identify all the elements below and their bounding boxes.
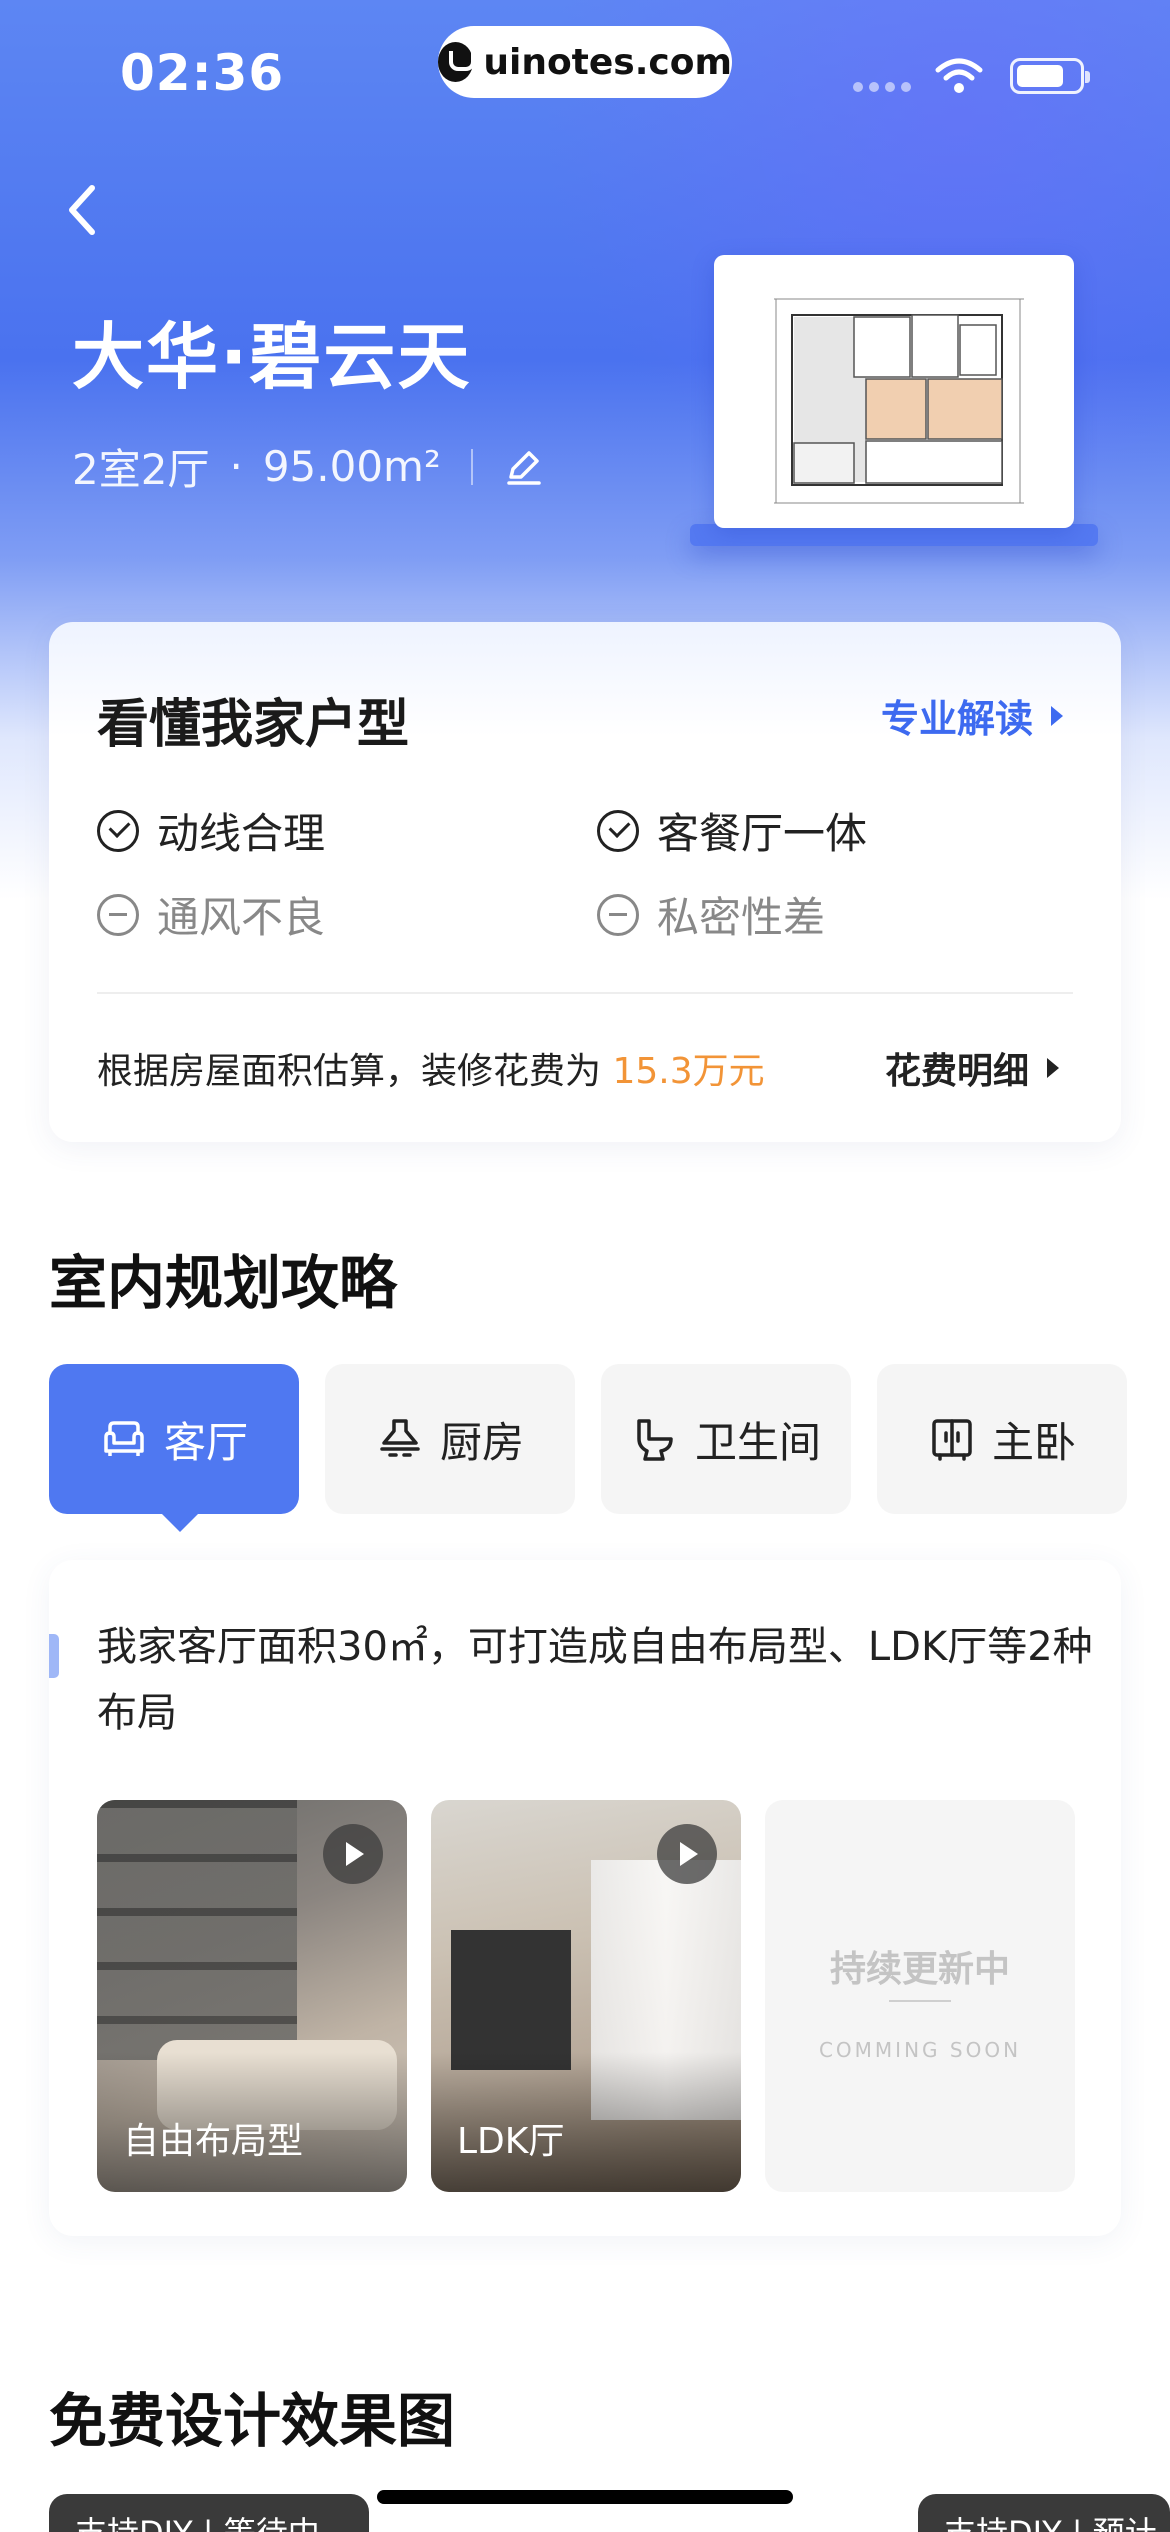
signal-icon — [853, 82, 911, 92]
property-title: 大华·碧云天 — [72, 315, 472, 399]
layout-card-free[interactable]: 自由布局型 — [97, 1800, 407, 2192]
play-icon[interactable] — [657, 1824, 717, 1884]
wifi-icon — [935, 58, 983, 93]
layout-label: 自由布局型 — [123, 2121, 304, 2162]
design-card-chip[interactable]: 支持DIY | 预计 — [918, 2494, 1170, 2532]
living-room-layout-card: 我家客厅面积30㎡，可打造成自由布局型、LDK厅等2种布局 自由布局型 LDK厅… — [49, 1560, 1121, 2236]
accent-bar — [49, 1634, 59, 1678]
planning-section-title: 室内规划攻略 — [49, 1249, 398, 1317]
coming-soon-card: 持续更新中 COMMING SOON — [765, 1800, 1075, 2192]
property-area: 95.00m² — [262, 442, 441, 491]
tab-living-room[interactable]: 客厅 — [49, 1364, 299, 1532]
url-text: uinotes.com — [483, 41, 732, 83]
back-arrow-icon[interactable] — [62, 180, 102, 240]
info-dot: · — [229, 442, 243, 491]
feature-label: 私密性差 — [657, 893, 826, 942]
chevron-right-icon — [1051, 705, 1063, 726]
layout-card-ldk[interactable]: LDK厅 — [431, 1800, 741, 2192]
cost-detail-link[interactable]: 花费明细 — [885, 1042, 1059, 1094]
bookshelf-image — [97, 1800, 297, 2060]
tab-bathroom[interactable]: 卫生间 — [601, 1364, 851, 1514]
cost-estimate: 根据房屋面积估算，装修花费为 15.3万元 — [97, 1042, 765, 1094]
tab-master-bedroom[interactable]: 主卧 — [877, 1364, 1127, 1514]
expert-analysis-link[interactable]: 专业解读 — [881, 688, 1063, 743]
floorplan-analysis-card: 看懂我家户型 专业解读 动线合理 客餐厅一体 通风不良 私密性差 根据房屋面积估… — [49, 622, 1121, 1142]
feature-bad: 私密性差 — [597, 884, 825, 945]
chevron-right-icon — [1047, 1058, 1059, 1078]
uinotes-logo-icon — [438, 42, 476, 82]
minus-circle-icon — [597, 893, 639, 936]
room-count: 2室2厅 — [72, 445, 210, 494]
card-title: 看懂我家户型 — [97, 695, 410, 755]
feature-label: 动线合理 — [157, 809, 326, 858]
feature-good: 客餐厅一体 — [597, 800, 867, 861]
floorplan-drawing — [774, 298, 1024, 504]
cost-detail-label: 花费明细 — [884, 1051, 1029, 1092]
free-design-section-title: 免费设计效果图 — [49, 2387, 456, 2455]
tab-label: 客厅 — [163, 1417, 248, 1467]
feature-label: 通风不良 — [157, 893, 326, 942]
tab-label: 厨房 — [439, 1417, 524, 1467]
tab-label: 主卧 — [991, 1417, 1076, 1467]
coming-soon-subtitle: COMMING SOON — [818, 2038, 1022, 2062]
feature-label: 客餐厅一体 — [657, 809, 868, 858]
coming-soon-title: 持续更新中 — [829, 1949, 1010, 1990]
feature-bad: 通风不良 — [97, 884, 325, 945]
check-circle-icon — [597, 809, 639, 852]
range-hood-icon — [380, 1419, 420, 1457]
divider — [97, 992, 1073, 994]
status-time: 02:36 — [120, 44, 285, 102]
floorplan-thumbnail[interactable] — [714, 255, 1074, 528]
cost-amount: 15.3万元 — [612, 1051, 765, 1092]
battery-icon — [1010, 58, 1090, 94]
info-divider — [470, 448, 473, 485]
cost-text: 根据房屋面积估算，装修花费为 — [97, 1051, 613, 1092]
check-circle-icon — [97, 809, 139, 852]
tv-wall-image — [451, 1930, 571, 2070]
layout-description: 我家客厅面积30㎡，可打造成自由布局型、LDK厅等2种布局 — [97, 1624, 1093, 1736]
room-tabs: 客厅 厨房 卫生间 主卧 — [49, 1364, 1129, 1532]
sofa-icon — [104, 1421, 144, 1456]
home-indicator[interactable] — [377, 2490, 793, 2504]
tab-label: 卫生间 — [694, 1417, 821, 1467]
toilet-icon — [637, 1419, 673, 1461]
feature-good: 动线合理 — [97, 800, 325, 861]
design-card-chip[interactable]: 支持DIY | 等待中 — [49, 2494, 369, 2532]
minus-circle-icon — [97, 893, 139, 936]
expert-analysis-label: 专业解读 — [880, 697, 1033, 741]
url-pill: uinotes.com — [438, 26, 732, 98]
property-info: 2室2厅 · 95.00m² — [72, 436, 543, 497]
tab-kitchen[interactable]: 厨房 — [325, 1364, 575, 1514]
edit-pencil-icon[interactable] — [503, 447, 543, 487]
divider — [889, 2000, 951, 2002]
play-icon[interactable] — [323, 1824, 383, 1884]
wardrobe-icon — [932, 1419, 972, 1461]
layout-label: LDK厅 — [457, 2121, 565, 2162]
